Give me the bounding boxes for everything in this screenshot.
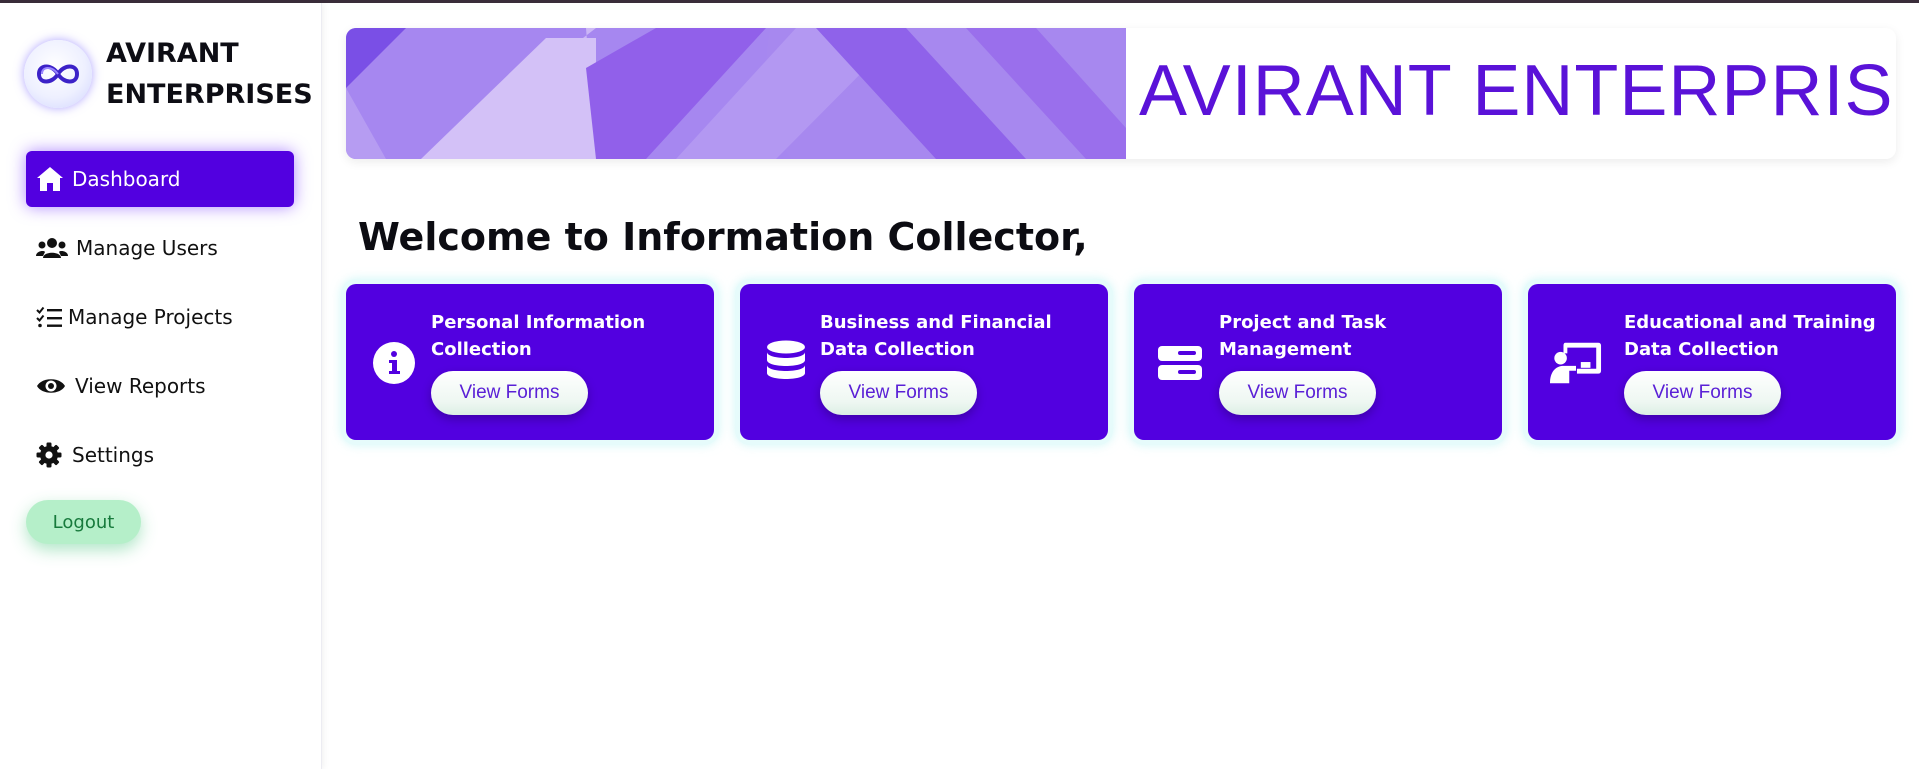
header-banner: AVIRANT ENTERPRISES (346, 28, 1896, 159)
sidebar-item-view-reports[interactable]: View Reports (26, 358, 294, 414)
card-grid: Personal Information Collection View For… (346, 284, 1896, 440)
gear-icon (36, 442, 72, 468)
card-personal-information: Personal Information Collection View For… (346, 284, 714, 440)
infinity-logo-icon (24, 40, 92, 108)
info-icon (368, 337, 420, 389)
sidebar-item-label: View Reports (75, 374, 206, 398)
eye-icon (36, 376, 75, 396)
view-forms-button[interactable]: View Forms (1624, 371, 1781, 415)
server-icon (1154, 337, 1206, 389)
sidebar-item-label: Manage Projects (68, 305, 233, 329)
sidebar-item-manage-users[interactable]: Manage Users (26, 220, 294, 276)
view-forms-button[interactable]: View Forms (431, 371, 588, 415)
sidebar-item-label: Manage Users (76, 236, 218, 260)
teacher-board-icon (1550, 337, 1602, 389)
sidebar-nav: Dashboard Manage Users Manage Projects V… (26, 151, 294, 496)
users-icon (36, 236, 72, 260)
sidebar-item-label: Settings (72, 443, 155, 467)
sidebar-item-manage-projects[interactable]: Manage Projects (26, 289, 294, 345)
logout-button[interactable]: Logout (26, 500, 141, 544)
brand-name-line2: ENTERPRISES (106, 79, 313, 110)
sidebar: AVIRANT ENTERPRISES Dashboard Manage Use… (0, 3, 322, 769)
card-title: Personal Information Collection (431, 312, 646, 360)
sidebar-item-settings[interactable]: Settings (26, 427, 294, 483)
view-forms-button[interactable]: View Forms (820, 371, 977, 415)
sidebar-item-label: Dashboard (72, 167, 181, 191)
database-icon (760, 337, 812, 389)
page-title: Welcome to Information Collector, (358, 215, 1088, 259)
card-project-task: Project and Task Management View Forms (1134, 284, 1502, 440)
banner-decoration (346, 28, 1126, 159)
card-business-financial: Business and Financial Data Collection V… (740, 284, 1108, 440)
card-title: Educational and Training Data Collection (1624, 312, 1876, 360)
brand-name-line1: AVIRANT (106, 38, 239, 69)
card-title: Project and Task Management (1219, 312, 1387, 360)
brand-name: AVIRANT ENTERPRISES (106, 33, 316, 115)
brand[interactable]: AVIRANT ENTERPRISES (24, 33, 316, 115)
checklist-icon (36, 306, 68, 328)
sidebar-item-dashboard[interactable]: Dashboard (26, 151, 294, 207)
card-title: Business and Financial Data Collection (820, 312, 1052, 360)
banner-title: AVIRANT ENTERPRISES (1139, 51, 1896, 131)
view-forms-button[interactable]: View Forms (1219, 371, 1376, 415)
home-icon (36, 166, 72, 192)
card-educational-training: Educational and Training Data Collection… (1528, 284, 1896, 440)
